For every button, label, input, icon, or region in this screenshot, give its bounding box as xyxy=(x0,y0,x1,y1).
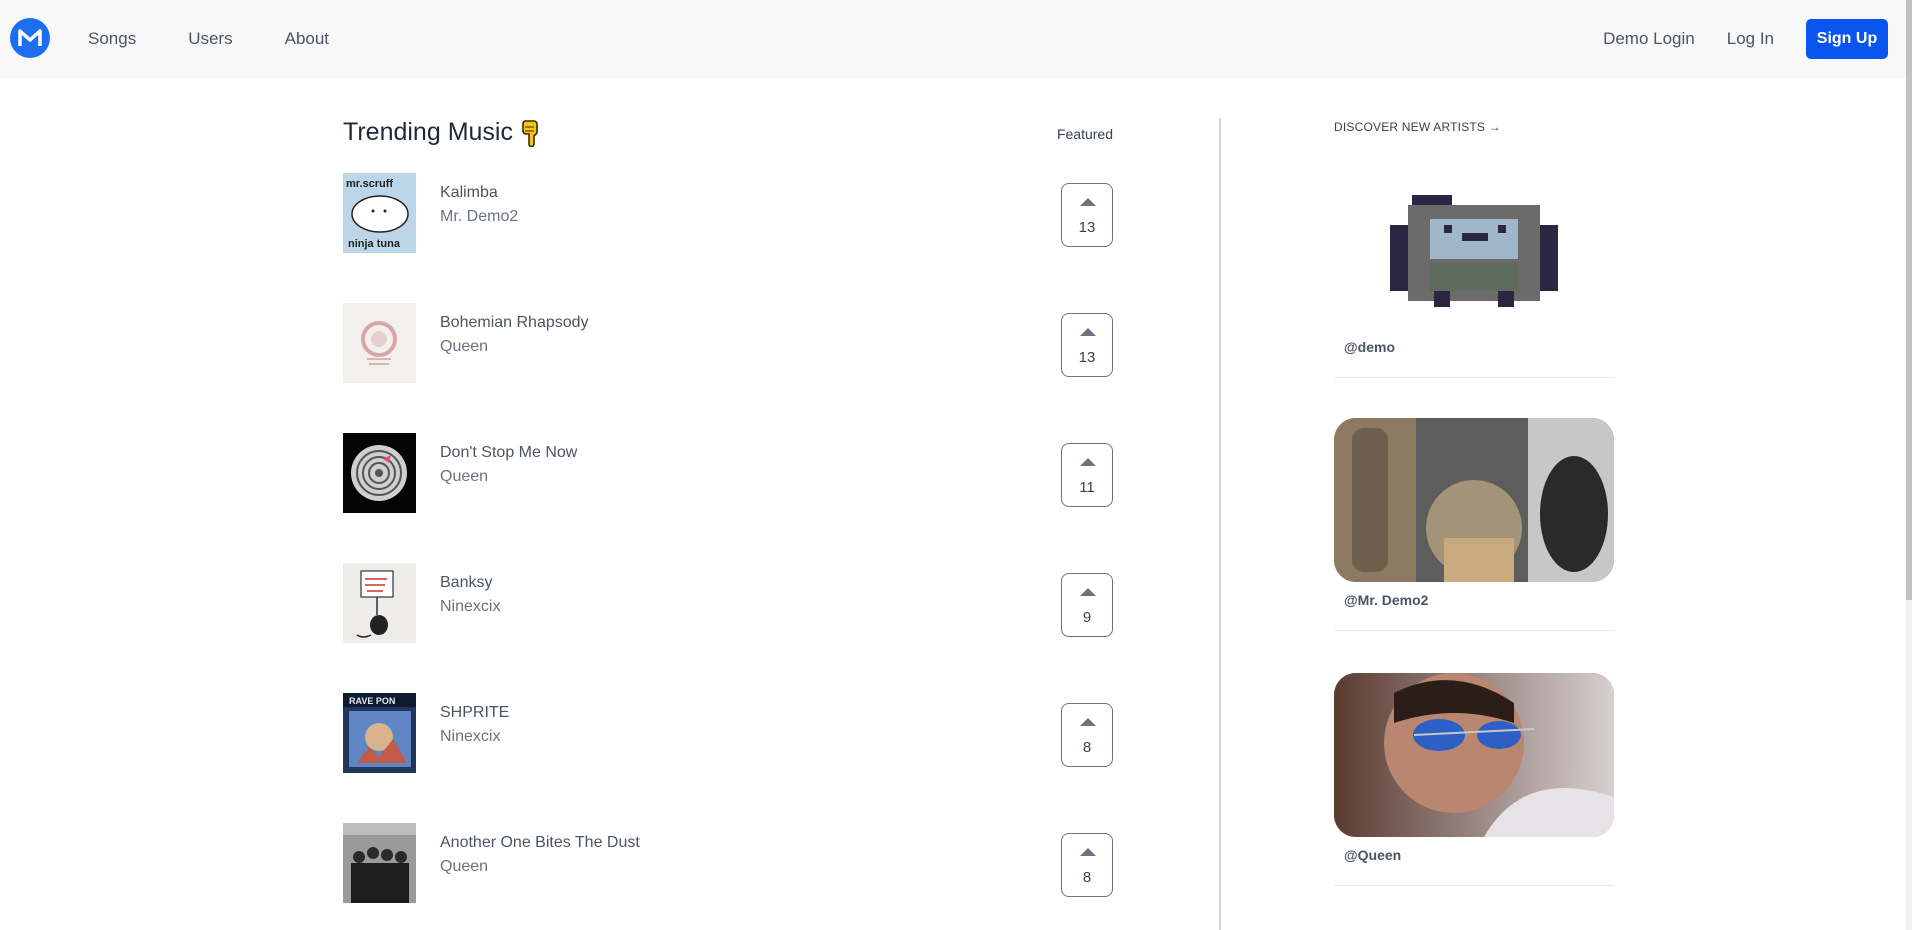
discover-artists-panel: DISCOVER NEW ARTISTS → @demo @Mr. Demo2 … xyxy=(1334,120,1614,886)
vote-count: 11 xyxy=(1079,479,1095,496)
vote-count: 8 xyxy=(1082,869,1092,886)
upvote-arrow-icon xyxy=(1080,198,1096,206)
top-navbar: Songs Users About Demo Login Log In Sign… xyxy=(0,0,1906,78)
vote-count: 9 xyxy=(1082,609,1092,626)
pointing-down-hand-icon xyxy=(522,119,538,147)
upvote-arrow-icon xyxy=(1080,718,1096,726)
song-row[interactable]: Banksy Ninexcix 9 xyxy=(343,563,1113,645)
upvote-button[interactable]: 13 xyxy=(1061,183,1113,247)
song-title[interactable]: Bohemian Rhapsody xyxy=(440,314,589,332)
logo-m-icon xyxy=(18,29,42,46)
cover-text-bottom: ninja tuna xyxy=(348,238,401,250)
column-divider xyxy=(1219,118,1221,930)
song-row[interactable]: RAVE PON SHPRITE Ninexcix 8 xyxy=(343,693,1113,775)
song-artist[interactable]: Ninexcix xyxy=(440,598,500,616)
nav-left: Songs Users About xyxy=(88,0,381,78)
cover-text-top: RAVE PON xyxy=(349,696,395,706)
nav-users-link[interactable]: Users xyxy=(188,29,232,49)
upvote-arrow-icon xyxy=(1080,588,1096,596)
upvote-button[interactable]: 8 xyxy=(1061,703,1113,767)
sign-up-button[interactable]: Sign Up xyxy=(1806,19,1888,59)
song-row[interactable]: Another One Bites The Dust Queen 8 xyxy=(343,823,1113,905)
upvote-arrow-icon xyxy=(1080,328,1096,336)
upvote-arrow-icon xyxy=(1080,848,1096,856)
album-cover-shprite[interactable]: RAVE PON xyxy=(343,693,416,773)
trending-header: Trending Music Featured xyxy=(343,118,1113,158)
site-logo[interactable] xyxy=(10,18,50,58)
cover-text-top: mr.scruff xyxy=(346,178,393,190)
song-artist[interactable]: Queen xyxy=(440,338,488,356)
vote-count: 8 xyxy=(1082,739,1092,756)
artist-card[interactable]: @Queen xyxy=(1334,673,1614,886)
upvote-button[interactable]: 13 xyxy=(1061,313,1113,377)
artist-handle[interactable]: @demo xyxy=(1344,339,1614,355)
upvote-arrow-icon xyxy=(1080,458,1096,466)
upvote-button[interactable]: 9 xyxy=(1061,573,1113,637)
song-title[interactable]: Don't Stop Me Now xyxy=(440,444,577,462)
artist-avatar-queen[interactable] xyxy=(1334,673,1614,837)
artist-divider xyxy=(1334,377,1614,378)
song-artist[interactable]: Queen xyxy=(440,468,488,486)
vote-count: 13 xyxy=(1078,219,1096,236)
trending-title: Trending Music xyxy=(343,118,513,146)
artist-avatar-mr-demo2[interactable] xyxy=(1334,418,1614,582)
song-title[interactable]: Banksy xyxy=(440,574,492,592)
upvote-button[interactable]: 11 xyxy=(1061,443,1113,507)
artist-card[interactable]: @Mr. Demo2 xyxy=(1334,418,1614,631)
artist-handle[interactable]: @Queen xyxy=(1344,847,1614,863)
song-artist[interactable]: Queen xyxy=(440,858,488,876)
scrollbar-thumb[interactable] xyxy=(1906,0,1912,600)
album-cover-another-one-bites-the-dust[interactable] xyxy=(343,823,416,903)
page-scrollbar[interactable] xyxy=(1906,0,1912,930)
demo-login-link[interactable]: Demo Login xyxy=(1603,29,1695,49)
song-row[interactable]: Bohemian Rhapsody Queen 13 xyxy=(343,303,1113,385)
nav-about-link[interactable]: About xyxy=(285,29,329,49)
featured-label: Featured xyxy=(1056,126,1113,142)
album-cover-kalimba[interactable]: mr.scruff ninja tuna xyxy=(343,173,416,253)
trending-section: Trending Music Featured mr.scruff ninja … xyxy=(343,118,1113,903)
song-title[interactable]: SHPRITE xyxy=(440,704,509,722)
song-title[interactable]: Kalimba xyxy=(440,184,498,202)
discover-new-artists-link[interactable]: DISCOVER NEW ARTISTS → xyxy=(1334,120,1614,134)
song-artist[interactable]: Ninexcix xyxy=(440,728,500,746)
upvote-button[interactable]: 8 xyxy=(1061,833,1113,897)
song-title[interactable]: Another One Bites The Dust xyxy=(440,834,640,852)
log-in-link[interactable]: Log In xyxy=(1727,29,1774,49)
artist-card[interactable]: @demo xyxy=(1334,165,1614,378)
album-cover-banksy[interactable] xyxy=(343,563,416,643)
album-cover-dont-stop-me-now[interactable] xyxy=(343,433,416,513)
nav-songs-link[interactable]: Songs xyxy=(88,29,136,49)
artist-divider xyxy=(1334,885,1614,886)
vote-count: 13 xyxy=(1078,349,1096,366)
album-cover-bohemian-rhapsody[interactable] xyxy=(343,303,416,383)
nav-right: Demo Login Log In Sign Up xyxy=(1603,0,1888,78)
song-row[interactable]: Don't Stop Me Now Queen 11 xyxy=(343,433,1113,515)
artist-avatar-demo[interactable] xyxy=(1334,165,1614,329)
artist-divider xyxy=(1334,630,1614,631)
artist-handle[interactable]: @Mr. Demo2 xyxy=(1344,592,1614,608)
song-artist[interactable]: Mr. Demo2 xyxy=(440,208,518,226)
song-row[interactable]: mr.scruff ninja tuna Kalimba Mr. Demo2 1… xyxy=(343,173,1113,255)
